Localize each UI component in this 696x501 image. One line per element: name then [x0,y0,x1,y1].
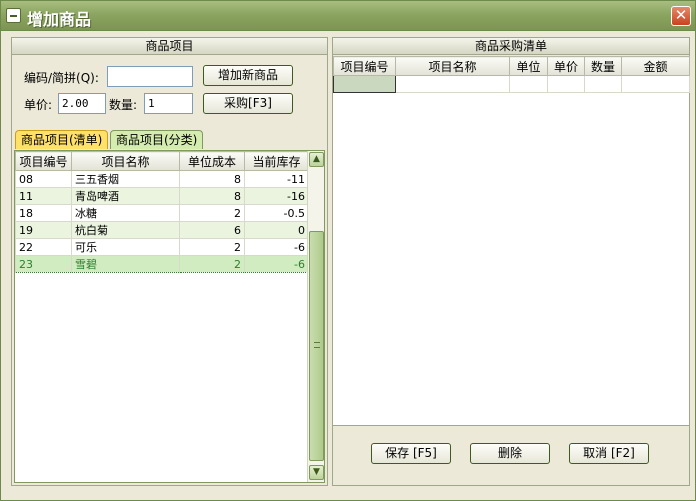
col-header-cost[interactable]: 单位成本 [179,151,245,171]
cell-cost: 2 [179,238,245,256]
cell-cost: 2 [179,204,245,222]
add-new-product-button[interactable]: 增加新商品 [203,65,293,86]
cell-amount[interactable] [621,75,690,93]
cell-stock: -16 [244,187,309,205]
cell-cost: 6 [179,221,245,239]
cell-name: 可乐 [71,238,180,256]
code-label: 编码/简拼(Q): [24,71,99,85]
quantity-input[interactable]: 1 [144,93,193,114]
purchase-list-header: 商品采购清单 [333,38,689,55]
scroll-up-icon[interactable]: ▲ [309,152,324,167]
price-label: 单价: [24,98,53,112]
cell-code: 08 [15,170,72,188]
product-list-grid: 项目编号 项目名称 单位成本 当前库存 08 三五香烟 8 -11 11 青岛啤… [14,150,325,483]
col-header-unit[interactable]: 单位 [509,56,548,76]
cell-code: 18 [15,204,72,222]
cell-cost: 2 [179,255,245,273]
cell-name: 三五香烟 [71,170,180,188]
cell-stock: 0 [244,221,309,239]
scroll-down-icon[interactable]: ▼ [309,465,324,480]
col-header-name[interactable]: 项目名称 [395,56,510,76]
code-input[interactable] [107,66,193,87]
product-items-header: 商品项目 [12,38,327,55]
purchase-button[interactable]: 采购[F3] [203,93,293,114]
cell-code: 23 [15,255,72,273]
price-input[interactable]: 2.00 [58,93,106,114]
vertical-scrollbar[interactable]: ▲ ▼ [307,151,324,482]
add-product-window: 增加商品 ✕ 商品项目 编码/简拼(Q): 增加新商品 单价: 2.00 数量:… [0,0,696,501]
purchase-list-panel: 商品采购清单 项目编号 项目名称 单位 单价 数量 金额 保存 [F5] 删除 … [332,37,690,486]
col-header-stock[interactable]: 当前库存 [244,151,309,171]
cell-cost: 8 [179,187,245,205]
delete-button[interactable]: 删除 [470,443,550,464]
cell-unit[interactable] [509,75,548,93]
product-table-header: 项目编号 项目名称 单位成本 当前库存 [15,151,309,171]
cell-stock: -6 [244,255,309,273]
purchase-table: 项目编号 项目名称 单位 单价 数量 金额 [333,56,690,93]
cell-code: 11 [15,187,72,205]
col-header-amount[interactable]: 金额 [621,56,690,76]
scrollbar-thumb[interactable] [309,231,324,461]
cell-code: 19 [15,221,72,239]
tab-product-category[interactable]: 商品项目(分类) [110,130,204,149]
col-header-price[interactable]: 单价 [547,56,585,76]
purchase-table-header: 项目编号 项目名称 单位 单价 数量 金额 [333,56,690,76]
window-menu-icon[interactable] [6,8,21,23]
col-header-quantity[interactable]: 数量 [584,56,622,76]
save-button[interactable]: 保存 [F5] [371,443,451,464]
table-row[interactable]: 19 杭白菊 6 0 [15,221,309,239]
cancel-button[interactable]: 取消 [F2] [569,443,649,464]
purchase-list-grid: 项目编号 项目名称 单位 单价 数量 金额 [333,56,690,426]
cell-name: 冰糖 [71,204,180,222]
cell-name[interactable] [395,75,510,93]
col-header-code[interactable]: 项目编号 [15,151,72,171]
cell-name: 青岛啤酒 [71,187,180,205]
cell-stock: -6 [244,238,309,256]
cell-stock: -0.5 [244,204,309,222]
col-header-code[interactable]: 项目编号 [333,56,396,76]
col-header-name[interactable]: 项目名称 [71,151,180,171]
cell-name: 雪碧 [71,255,180,273]
title-bar[interactable]: 增加商品 ✕ [1,1,695,31]
active-cell[interactable] [333,75,396,93]
quantity-label: 数量: [109,98,138,112]
product-items-panel: 商品项目 编码/简拼(Q): 增加新商品 单价: 2.00 数量: 1 采购[F… [11,37,328,486]
cell-code: 22 [15,238,72,256]
table-row-empty[interactable] [333,75,690,93]
client-area: 商品项目 编码/简拼(Q): 增加新商品 单价: 2.00 数量: 1 采购[F… [5,32,693,498]
cell-quantity[interactable] [584,75,622,93]
table-row[interactable]: 22 可乐 2 -6 [15,238,309,256]
table-row-selected[interactable]: 23 雪碧 2 -6 [15,255,309,273]
table-row[interactable]: 18 冰糖 2 -0.5 [15,204,309,222]
cell-price[interactable] [547,75,585,93]
cell-stock: -11 [244,170,309,188]
cell-cost: 8 [179,170,245,188]
close-button[interactable]: ✕ [671,6,691,26]
product-table: 项目编号 项目名称 单位成本 当前库存 08 三五香烟 8 -11 11 青岛啤… [15,151,309,273]
table-row[interactable]: 08 三五香烟 8 -11 [15,170,309,188]
window-title: 增加商品 [27,10,92,29]
cell-name: 杭白菊 [71,221,180,239]
tab-product-list[interactable]: 商品项目(清单) [15,130,109,149]
grip-icon [314,342,320,348]
table-row[interactable]: 11 青岛啤酒 8 -16 [15,187,309,205]
